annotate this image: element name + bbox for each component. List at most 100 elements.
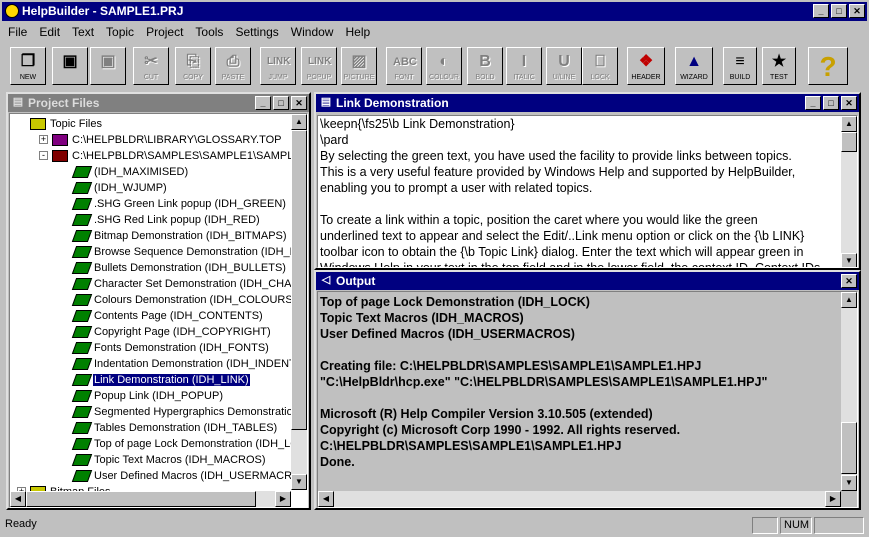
project-horizontal-scrollbar[interactable]: ◀ ▶ (10, 491, 291, 507)
toolbar-lock-button[interactable]: ⎕ LOCK (582, 47, 618, 85)
title-bar[interactable]: HelpBuilder - SAMPLE1.PRJ _ □ ✕ (2, 2, 867, 21)
tree-item[interactable]: Segmented Hypergraphics Demonstration (71, 404, 300, 420)
tree-item[interactable]: Tables Demonstration (IDH_TABLES) (71, 420, 278, 436)
tree-item[interactable]: Indentation Demonstration (IDH_INDENT) (71, 356, 300, 372)
menu-tools[interactable]: Tools (189, 25, 229, 39)
editor-line: To create a link within a topic, positio… (320, 213, 758, 227)
tree-item[interactable]: Topic Text Macros (IDH_MACROS) (71, 452, 267, 468)
toolbar-jump-button[interactable]: LINK JUMP (260, 47, 296, 85)
collapse-icon[interactable]: - (39, 151, 48, 160)
tree-item[interactable]: .SHG Green Link popup (IDH_GREEN) (71, 196, 287, 212)
toolbar-font-button[interactable]: ABC FONT (386, 47, 422, 85)
scroll-down-icon[interactable]: ▼ (291, 474, 307, 490)
rtf-text[interactable]: \keepn{\fs25\b Link Demonstration} \pard B… (320, 116, 820, 267)
document-icon: ▤ (320, 96, 332, 108)
maximize-button[interactable]: □ (831, 4, 847, 18)
tree-item[interactable]: Copyright Page (IDH_COPYRIGHT) (71, 324, 272, 340)
close-button[interactable]: ✕ (849, 4, 865, 18)
tree-item[interactable]: Bullets Demonstration (IDH_BULLETS) (71, 260, 287, 276)
output-scroll-up-icon[interactable]: ▲ (841, 292, 857, 308)
editor-vertical-scrollbar[interactable]: ▲ ▼ (841, 116, 857, 267)
toolbar-btn2-button[interactable]: ▣ (90, 47, 126, 85)
helpbuilder-app-icon[interactable] (5, 4, 19, 18)
output-horizontal-scrollbar[interactable]: ◀ ▶ (318, 491, 841, 507)
output-close-button[interactable]: ✕ (841, 274, 857, 288)
rtf-editor[interactable]: \keepn{\fs25\b Link Demonstration} \pard B… (317, 115, 858, 268)
tree-item[interactable]: - C:\HELPBLDR\SAMPLES\SAMPLE1\SAMPLE1 (39, 148, 307, 164)
toolbar-paste-button[interactable]: ⎙ PASTE (215, 47, 251, 85)
toolbar-colour-button[interactable]: ◐ COLOUR (426, 47, 462, 85)
toolbar-font-icon: ABC (393, 56, 417, 68)
output-vertical-scrollbar[interactable]: ▲ ▼ (841, 292, 857, 491)
toolbar-bold-button[interactable]: B BOLD (467, 47, 503, 85)
toolbar-cut-button[interactable]: ✂ CUT (133, 47, 169, 85)
project-minimize-button[interactable]: _ (255, 96, 271, 110)
toolbar-popup-button[interactable]: LINK POPUP (301, 47, 337, 85)
tree-item[interactable]: Fonts Demonstration (IDH_FONTS) (71, 340, 270, 356)
page-green-icon (71, 166, 93, 179)
menu-help[interactable]: Help (339, 25, 376, 39)
toolbar-copy-button[interactable]: ⎘ COPY (175, 47, 211, 85)
menu-text[interactable]: Text (66, 25, 100, 39)
minimize-button[interactable]: _ (813, 4, 829, 18)
tree-item[interactable]: Topic Files (30, 116, 103, 132)
tree-item[interactable]: Popup Link (IDH_POPUP) (71, 388, 224, 404)
scroll-thumb[interactable] (291, 130, 307, 430)
tree-item[interactable]: (IDH_MAXIMISED) (71, 164, 189, 180)
output-log[interactable]: Top of page Lock Demonstration (IDH_LOCK… (317, 291, 858, 508)
toolbar-new-button[interactable]: ❐ NEW (10, 47, 46, 85)
menu-topic[interactable]: Topic (100, 25, 140, 39)
toolbar-build-button[interactable]: ≡ BUILD (723, 47, 757, 85)
editor-maximize-button[interactable]: □ (823, 96, 839, 110)
editor-caption[interactable]: ▤ Link Demonstration _ □ ✕ (316, 94, 859, 112)
menu-window[interactable]: Window (285, 25, 340, 39)
editor-minimize-button[interactable]: _ (805, 96, 821, 110)
menu-file[interactable]: File (2, 25, 33, 39)
project-files-caption[interactable]: ▤ Project Files _ □ ✕ (8, 94, 309, 112)
status-caps-panel (752, 517, 778, 534)
toolbar-italic-button[interactable]: I ITALIC (506, 47, 542, 85)
expand-icon[interactable]: + (39, 135, 48, 144)
editor-scroll-down-icon[interactable]: ▼ (841, 253, 857, 267)
hscroll-thumb[interactable] (26, 491, 256, 507)
editor-close-button[interactable]: ✕ (841, 96, 857, 110)
toolbar-label: BOLD (475, 74, 495, 81)
scroll-right-icon[interactable]: ▶ (275, 491, 291, 507)
project-close-button[interactable]: ✕ (291, 96, 307, 110)
project-maximize-button[interactable]: □ (273, 96, 289, 110)
tree-item[interactable]: Character Set Demonstration (IDH_CHARSET… (71, 276, 307, 292)
output-scroll-down-icon[interactable]: ▼ (841, 475, 857, 491)
toolbar-test-button[interactable]: ★ TEST (762, 47, 796, 85)
tree-item[interactable]: Colours Demonstration (IDH_COLOURS) (71, 292, 297, 308)
output-scroll-thumb[interactable] (841, 422, 857, 474)
toolbar-uline-button[interactable]: U U/LINE (546, 47, 582, 85)
tree-item[interactable]: + C:\HELPBLDR\LIBRARY\GLOSSARY.TOP (39, 132, 283, 148)
project-tree-view[interactable]: Topic Files + C:\HELPBLDR\LIBRARY\GLOSSARY… (9, 113, 308, 508)
tree-item-label: Tables Demonstration (IDH_TABLES) (94, 422, 278, 434)
scroll-up-icon[interactable]: ▲ (291, 114, 307, 130)
output-scroll-left-icon[interactable]: ◀ (318, 491, 334, 507)
tree-item[interactable]: .SHG Red Link popup (IDH_RED) (71, 212, 261, 228)
scroll-left-icon[interactable]: ◀ (10, 491, 26, 507)
editor-scroll-thumb[interactable] (841, 132, 857, 152)
toolbar-btn19-button[interactable]: ? (808, 47, 848, 85)
editor-scroll-up-icon[interactable]: ▲ (841, 116, 857, 132)
project-vertical-scrollbar[interactable]: ▲ ▼ (291, 114, 307, 490)
output-caption[interactable]: ◁ Output ✕ (316, 272, 859, 290)
output-scroll-right-icon[interactable]: ▶ (825, 491, 841, 507)
tree-item[interactable]: Browse Sequence Demonstration (IDH_BROWS… (71, 244, 307, 260)
tree-item[interactable]: User Defined Macros (IDH_USERMACROS) (71, 468, 307, 484)
toolbar-wizard-button[interactable]: ▲ WIZARD (675, 47, 713, 85)
menu-project[interactable]: Project (140, 25, 189, 39)
toolbar-picture-button[interactable]: ▨ PICTURE (341, 47, 377, 85)
menu-edit[interactable]: Edit (33, 25, 66, 39)
tree-item[interactable]: Top of page Lock Demonstration (IDH_LOCK… (71, 436, 307, 452)
editor-line: \keepn{\fs25\b Link Demonstration} (320, 117, 515, 131)
menu-settings[interactable]: Settings (229, 25, 284, 39)
tree-item[interactable]: Bitmap Demonstration (IDH_BITMAPS) (71, 228, 288, 244)
toolbar-btn1-button[interactable]: ▣ (52, 47, 88, 85)
tree-item[interactable]: Contents Page (IDH_CONTENTS) (71, 308, 264, 324)
toolbar-header-button[interactable]: ❖ HEADER (627, 47, 665, 85)
tree-item[interactable]: (IDH_WJUMP) (71, 180, 168, 196)
tree-item-selected[interactable]: Link Demonstration (IDH_LINK) (71, 372, 250, 388)
